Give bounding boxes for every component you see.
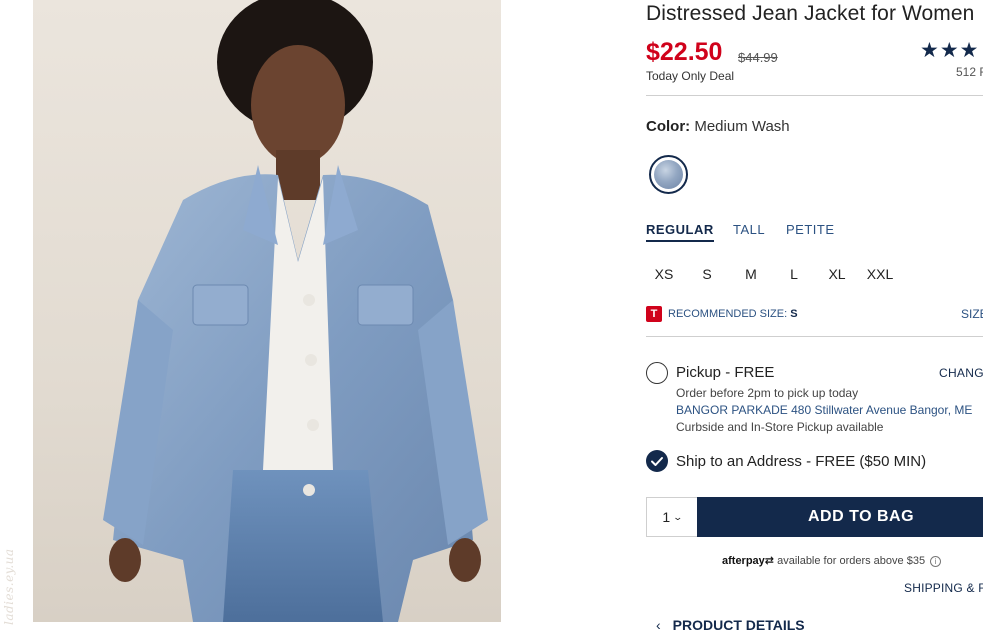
tab-tall[interactable]: TALL [733, 222, 765, 237]
size-xs-button[interactable]: XS [646, 266, 682, 282]
swatch-fill [654, 160, 683, 189]
store-address-link[interactable]: BANGOR PARKADE 480 Stillwater Avenue Ban… [676, 403, 972, 417]
size-xl-button[interactable]: XL [819, 266, 855, 282]
checkmark-icon [651, 457, 663, 466]
afterpay-arrows-icon: ⇄ [764, 555, 775, 567]
rating-stars[interactable]: ★★★ [920, 38, 979, 63]
color-value: Medium Wash [694, 118, 790, 135]
original-price: $44.99 [738, 50, 778, 65]
ship-to-address-label: Ship to an Address - FREE ($50 MIN) [676, 453, 927, 470]
info-icon[interactable]: i [930, 555, 942, 567]
product-photo-illustration [103, 0, 488, 622]
quantity-value: 1 [662, 509, 671, 525]
color-selection-label: Color: Medium Wash [646, 118, 790, 135]
deal-label: Today Only Deal [646, 69, 735, 83]
review-count-link[interactable]: 512 R [956, 65, 983, 79]
product-title: Distressed Jean Jacket for Women [646, 2, 975, 25]
true-fit-icon: T [646, 306, 662, 322]
recommended-size-value: S [790, 308, 798, 320]
curbside-note: Curbside and In-Store Pickup available [676, 420, 884, 434]
tab-petite[interactable]: PETITE [786, 222, 835, 237]
pickup-note: Order before 2pm to pick up today [676, 386, 859, 400]
product-details-toggle[interactable]: ‹ PRODUCT DETAILS [656, 617, 805, 633]
quantity-select[interactable]: 1 ⌄ [646, 497, 697, 537]
size-chart-link[interactable]: SIZE [961, 307, 983, 321]
sale-price: $22.50 [646, 38, 723, 66]
chevron-down-icon: ⌄ [672, 511, 684, 522]
divider [646, 336, 983, 337]
chevron-left-icon: ‹ [656, 617, 661, 633]
size-l-button[interactable]: L [776, 266, 812, 282]
recommended-size-link[interactable]: RECOMMENDED SIZE: S [668, 308, 798, 320]
divider [646, 95, 983, 96]
change-store-link[interactable]: CHANGE [939, 366, 983, 380]
tab-regular[interactable]: REGULAR [646, 222, 714, 242]
product-image[interactable] [33, 0, 501, 622]
watermark-text: ladies.ey.ua [2, 548, 16, 625]
size-s-button[interactable]: S [689, 266, 725, 282]
add-to-bag-button[interactable]: ADD TO BAG [697, 497, 983, 537]
shipping-returns-link[interactable]: SHIPPING & RE [904, 581, 983, 595]
pickup-label: Pickup - FREE [676, 364, 775, 381]
recommended-size-label: RECOMMENDED SIZE: [668, 308, 788, 320]
ship-to-address-radio[interactable] [646, 450, 668, 472]
pickup-radio[interactable] [646, 362, 668, 384]
size-xxl-button[interactable]: XXL [862, 266, 898, 282]
product-details-label: PRODUCT DETAILS [672, 617, 805, 633]
color-label: Color: [646, 118, 691, 135]
afterpay-notice: afterpay⇄ available for orders above $35… [722, 554, 942, 567]
color-swatch-medium-wash[interactable] [649, 155, 688, 194]
size-m-button[interactable]: M [733, 266, 769, 282]
afterpay-logo: afterpay [722, 555, 765, 567]
afterpay-text: available for orders above $35 [777, 555, 926, 567]
